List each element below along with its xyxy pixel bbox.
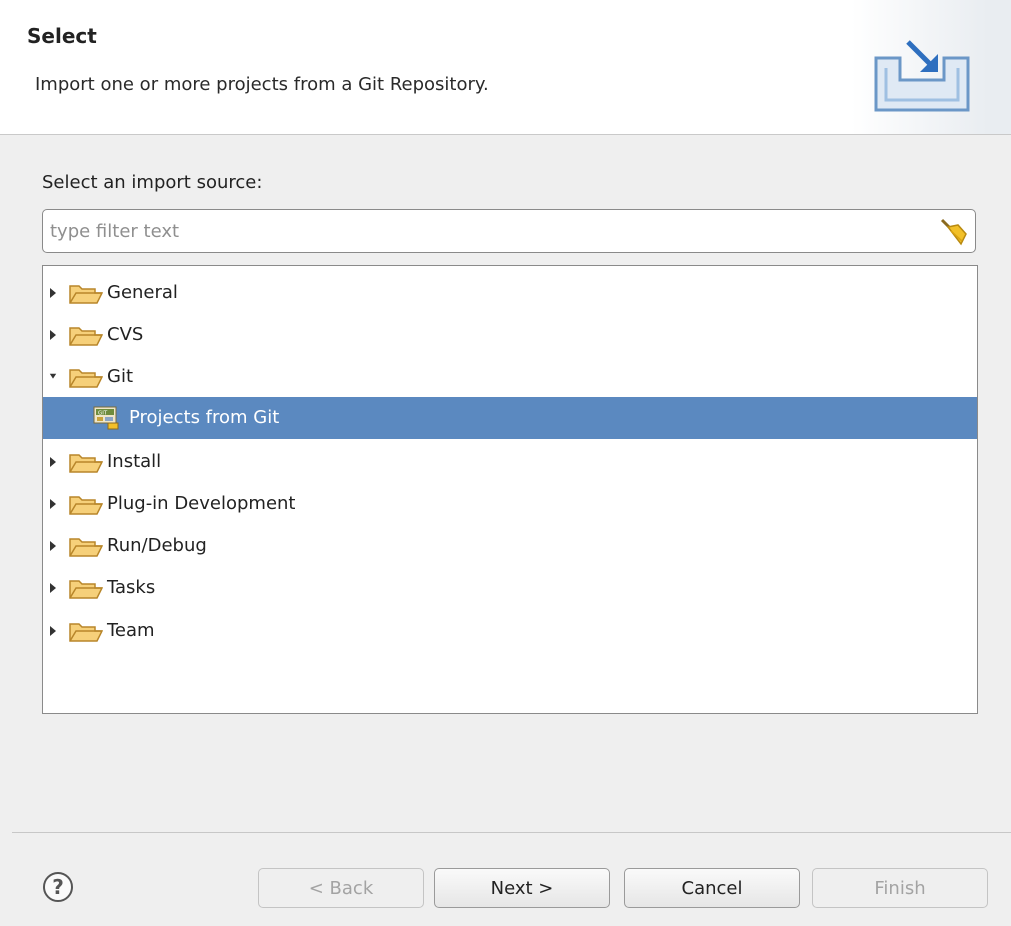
tree-item-cvs[interactable]: CVS — [43, 314, 977, 356]
expand-arrow-icon[interactable] — [49, 541, 57, 551]
tree-item-team[interactable]: Team — [43, 610, 977, 652]
folder-icon — [69, 538, 103, 557]
expand-arrow-icon[interactable] — [49, 330, 57, 340]
tree-item-label: Git — [107, 366, 134, 387]
page-title: Select — [27, 24, 97, 48]
folder-icon — [69, 327, 103, 346]
tree-item-tasks[interactable]: Tasks — [43, 567, 977, 609]
tree-item-run-debug[interactable]: Run/Debug — [43, 525, 977, 567]
footer-divider — [12, 832, 1011, 833]
svg-text:GIT: GIT — [98, 411, 108, 417]
tree-item-label: Team — [107, 620, 155, 641]
tree-item-label: Projects from Git — [129, 407, 280, 428]
finish-button[interactable]: Finish — [812, 868, 988, 908]
expand-arrow-icon[interactable] — [49, 626, 57, 636]
cancel-button[interactable]: Cancel — [624, 868, 800, 908]
filter-input[interactable] — [50, 216, 920, 246]
tree-item-label: Install — [107, 451, 162, 472]
tree-item-git[interactable]: Git — [43, 356, 977, 398]
back-button[interactable]: < Back — [258, 868, 424, 908]
folder-icon — [69, 454, 103, 473]
tree-item-install[interactable]: Install — [43, 441, 977, 483]
tree-item-label: General — [107, 282, 178, 303]
collapse-arrow-icon[interactable] — [48, 373, 58, 381]
tree-item-label: Tasks — [107, 577, 156, 598]
wizard-banner: Select Import one or more projects from … — [0, 0, 1011, 135]
page-description: Import one or more projects from a Git R… — [35, 74, 489, 95]
folder-icon — [69, 580, 103, 599]
next-button[interactable]: Next > — [434, 868, 610, 908]
tree-item-plug-in-development[interactable]: Plug-in Development — [43, 483, 977, 525]
svg-text:?: ? — [52, 875, 64, 899]
help-icon[interactable]: ? — [42, 871, 74, 903]
folder-icon — [69, 623, 103, 642]
import-source-label: Select an import source: — [42, 172, 263, 193]
filter-field[interactable] — [42, 209, 976, 253]
folder-icon — [69, 496, 103, 515]
folder-open-icon — [69, 369, 103, 388]
import-source-tree[interactable]: General CVS Git GIT Projects from Git In… — [42, 265, 978, 714]
expand-arrow-icon[interactable] — [49, 499, 57, 509]
expand-arrow-icon[interactable] — [49, 457, 57, 467]
tree-item-label: Run/Debug — [107, 535, 207, 556]
tree-item-label: CVS — [107, 324, 144, 345]
import-wizard-icon — [874, 40, 970, 112]
expand-arrow-icon[interactable] — [49, 583, 57, 593]
tree-item-projects-from-git[interactable]: GIT Projects from Git — [43, 397, 977, 439]
tree-item-label: Plug-in Development — [107, 493, 296, 514]
tree-item-general[interactable]: General — [43, 272, 977, 314]
clear-filter-icon[interactable] — [937, 217, 969, 247]
git-icon: GIT — [93, 406, 119, 430]
expand-arrow-icon[interactable] — [49, 288, 57, 298]
folder-icon — [69, 285, 103, 304]
